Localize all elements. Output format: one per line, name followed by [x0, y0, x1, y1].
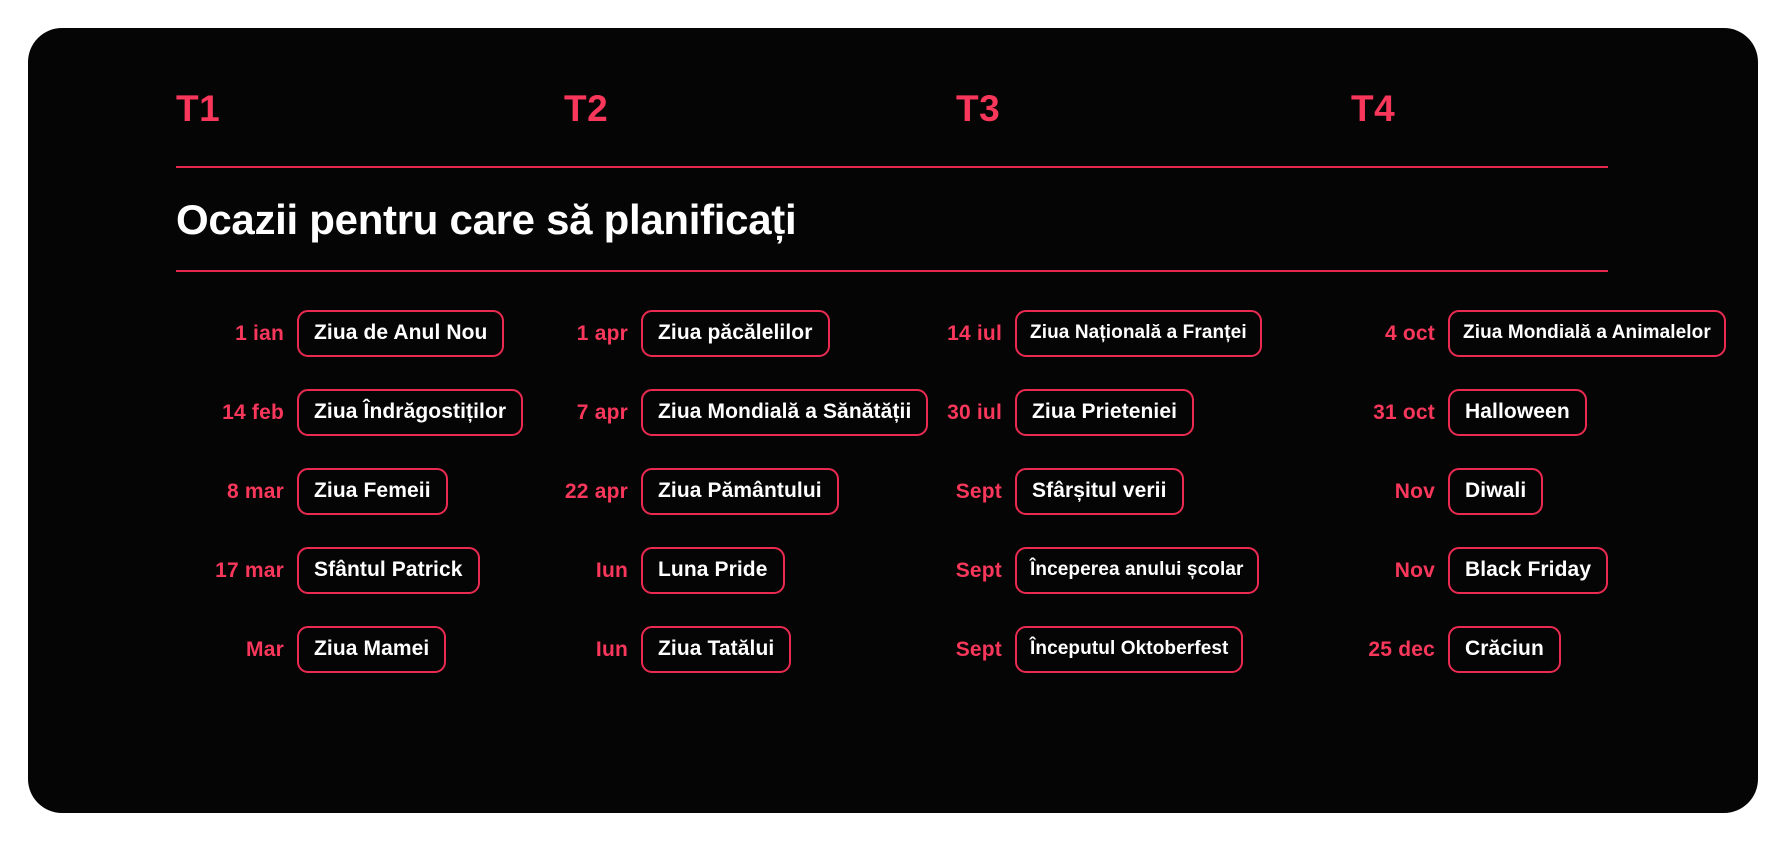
- occasion-row: 25 dec Crăciun: [1331, 610, 1758, 689]
- occasion-row: 17 mar Sfântul Patrick: [176, 531, 516, 610]
- occasion-row: Sept Sfârșitul verii: [906, 452, 1331, 531]
- occasion-row: Sept Începutul Oktoberfest: [906, 610, 1331, 689]
- occasion-pill[interactable]: Începutul Oktoberfest: [1015, 626, 1244, 674]
- occasion-pill[interactable]: Ziua de Anul Nou: [297, 310, 505, 358]
- occasion-row: 1 ian Ziua de Anul Nou: [176, 294, 516, 373]
- occasion-date: Iun: [595, 558, 628, 582]
- occasion-pill[interactable]: Ziua Tatălui: [641, 626, 792, 674]
- occasion-date: 17 mar: [215, 558, 284, 582]
- quarter-label-t3: T3: [956, 88, 1001, 129]
- occasion-row: 22 apr Ziua Pământului: [516, 452, 906, 531]
- occasion-date: Sept: [955, 479, 1002, 503]
- occasion-date: 8 mar: [226, 479, 284, 503]
- quarter-label-t2: T2: [564, 88, 609, 129]
- occasion-date: 22 apr: [564, 479, 628, 503]
- occasion-row: 31 oct Halloween: [1331, 373, 1758, 452]
- occasion-row: 14 feb Ziua Îndrăgostiților: [176, 373, 524, 452]
- occasion-date: Nov: [1394, 558, 1435, 582]
- occasion-date: Sept: [955, 637, 1002, 661]
- occasion-row: Nov Diwali: [1331, 452, 1758, 531]
- occasions-card: T1 T2 T3 T4 Ocazii pentru care să planif…: [28, 28, 1758, 813]
- occasion-date: 30 iul: [947, 400, 1002, 424]
- occasion-pill[interactable]: Sfântul Patrick: [297, 547, 480, 595]
- occasions-column-t2: 1 apr Ziua păcălelilor 7 apr Ziua Mondia…: [516, 294, 929, 689]
- occasion-pill[interactable]: Ziua Națională a Franței: [1015, 310, 1262, 358]
- page-root: T1 T2 T3 T4 Ocazii pentru care să planif…: [0, 0, 1786, 841]
- occasion-date: 25 dec: [1368, 637, 1435, 661]
- occasion-pill[interactable]: Ziua Îndrăgostiților: [297, 389, 524, 437]
- occasion-pill[interactable]: Black Friday: [1448, 547, 1609, 595]
- occasion-date: Iun: [595, 637, 628, 661]
- occasion-row: 4 oct Ziua Mondială a Animalelor: [1331, 294, 1758, 373]
- occasion-row: 7 apr Ziua Mondială a Sănătății: [516, 373, 929, 452]
- quarter-label-t4: T4: [1351, 88, 1396, 129]
- occasion-date: Sept: [955, 558, 1002, 582]
- occasion-row: 30 iul Ziua Prieteniei: [906, 373, 1331, 452]
- quarter-label-t1: T1: [176, 88, 221, 129]
- occasion-pill[interactable]: Ziua Mondială a Animalelor: [1448, 310, 1726, 358]
- card-inner: T1 T2 T3 T4 Ocazii pentru care să planif…: [176, 90, 1726, 674]
- occasion-pill[interactable]: Ziua Mondială a Sănătății: [641, 389, 929, 437]
- occasion-pill[interactable]: Halloween: [1448, 389, 1587, 437]
- occasion-pill[interactable]: Crăciun: [1448, 626, 1561, 674]
- occasion-row: 14 iul Ziua Națională a Franței: [906, 294, 1331, 373]
- occasion-pill[interactable]: Ziua Mamei: [297, 626, 447, 674]
- occasion-pill[interactable]: Ziua Prieteniei: [1015, 389, 1195, 437]
- occasion-pill[interactable]: Ziua Femeii: [297, 468, 448, 516]
- occasion-date: 1 ian: [235, 321, 284, 345]
- occasion-date: Nov: [1394, 479, 1435, 503]
- divider-bottom: [176, 270, 1608, 273]
- occasion-date: Mar: [246, 637, 284, 661]
- occasion-row: Iun Luna Pride: [516, 531, 906, 610]
- occasion-date: 31 oct: [1373, 400, 1435, 424]
- occasion-row: 1 apr Ziua păcălelilor: [516, 294, 906, 373]
- quarter-header-row: T1 T2 T3 T4: [176, 90, 1608, 166]
- occasion-row: Sept Începerea anului școlar: [906, 531, 1331, 610]
- occasion-row: Nov Black Friday: [1331, 531, 1758, 610]
- occasion-pill[interactable]: Ziua păcălelilor: [641, 310, 830, 358]
- occasion-row: Mar Ziua Mamei: [176, 610, 516, 689]
- occasion-date: 7 apr: [576, 400, 628, 424]
- occasion-row: Iun Ziua Tatălui: [516, 610, 906, 689]
- occasions-column-t4: 4 oct Ziua Mondială a Animalelor 31 oct …: [1331, 294, 1758, 689]
- occasion-row: 8 mar Ziua Femeii: [176, 452, 516, 531]
- occasion-pill[interactable]: Luna Pride: [641, 547, 785, 595]
- occasion-date: 1 apr: [576, 321, 628, 345]
- occasion-date: 14 feb: [222, 400, 284, 424]
- occasion-date: 14 iul: [947, 321, 1002, 345]
- occasions-column-t1: 1 ian Ziua de Anul Nou 14 feb Ziua Îndră…: [176, 294, 524, 689]
- occasions-column-t3: 14 iul Ziua Națională a Franței 30 iul Z…: [906, 294, 1331, 689]
- occasion-pill[interactable]: Diwali: [1448, 468, 1544, 516]
- page-title: Ocazii pentru care să planificați: [176, 196, 797, 243]
- occasion-pill[interactable]: Ziua Pământului: [641, 468, 839, 516]
- occasion-pill[interactable]: Începerea anului școlar: [1015, 547, 1259, 595]
- occasion-date: 4 oct: [1384, 321, 1435, 345]
- occasion-pill[interactable]: Sfârșitul verii: [1015, 468, 1184, 516]
